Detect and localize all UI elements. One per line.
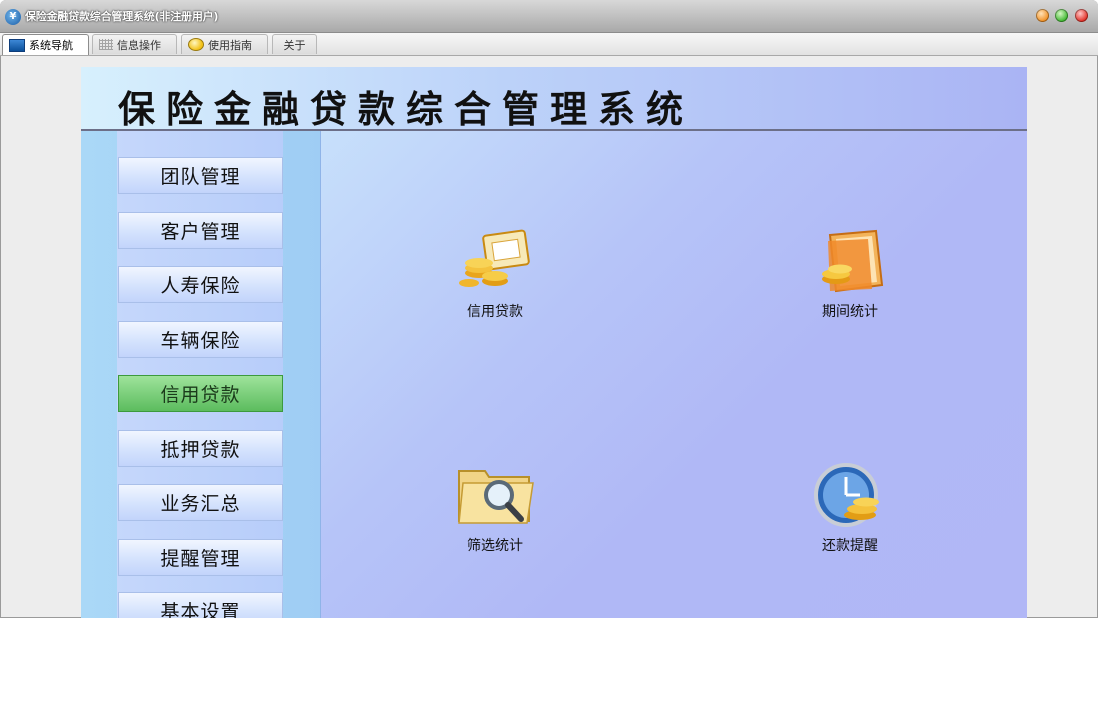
tab-user-guide[interactable]: 使用指南 [181, 34, 268, 54]
sidebar-item-life-insurance[interactable]: 人寿保险 [118, 266, 283, 303]
feature-filter-stats[interactable]: 筛选统计 [435, 461, 555, 555]
coins-folder-icon [810, 227, 890, 297]
maximize-button[interactable] [1055, 9, 1068, 22]
sidebar: 团队管理 客户管理 人寿保险 车辆保险 信用贷款 抵押贷款 业务汇总 提醒管理 … [81, 131, 321, 618]
close-button[interactable] [1075, 9, 1088, 22]
feature-area: 信用贷款 期间统计 筛选统计 还款提醒 [321, 131, 1027, 618]
tab-about[interactable]: 关于 [272, 34, 317, 54]
feature-label: 筛选统计 [467, 538, 523, 554]
sidebar-item-basic-settings[interactable]: 基本设置 [118, 592, 283, 618]
feature-label: 信用贷款 [467, 304, 523, 320]
sidebar-item-customers[interactable]: 客户管理 [118, 212, 283, 249]
monitor-icon [9, 38, 25, 52]
feature-label: 还款提醒 [822, 538, 878, 554]
sidebar-item-credit-loan[interactable]: 信用贷款 [118, 375, 283, 412]
main-panel: 保险金融贷款综合管理系统 团队管理 客户管理 人寿保险 车辆保险 信用贷款 抵押… [81, 67, 1027, 618]
app-logo-icon: ¥ [5, 9, 21, 25]
guide-icon [188, 38, 204, 51]
tab-info-ops[interactable]: 信息操作 [92, 34, 177, 54]
coins-card-icon [455, 227, 535, 297]
tab-label: 关于 [283, 38, 306, 52]
banner-title: 保险金融贷款综合管理系统 [118, 88, 694, 131]
window-title: 保险金融贷款综合管理系统(非注册用户) [25, 10, 219, 23]
sidebar-item-reminders[interactable]: 提醒管理 [118, 539, 283, 576]
title-bar: ¥ 保险金融贷款综合管理系统(非注册用户) [0, 0, 1098, 33]
sidebar-item-mortgage-loan[interactable]: 抵押贷款 [118, 430, 283, 467]
feature-period-stats[interactable]: 期间统计 [790, 227, 910, 321]
sidebar-item-team[interactable]: 团队管理 [118, 157, 283, 194]
feature-credit-loan[interactable]: 信用贷款 [435, 227, 555, 321]
banner: 保险金融贷款综合管理系统 [81, 67, 1027, 131]
feature-repayment-reminder[interactable]: 还款提醒 [790, 461, 910, 555]
tab-label: 信息操作 [117, 38, 161, 52]
feature-label: 期间统计 [822, 304, 878, 320]
tab-bar: 系统导航 信息操作 使用指南 关于 [0, 33, 1098, 56]
clock-coins-icon [810, 461, 890, 531]
sidebar-item-vehicle-insurance[interactable]: 车辆保险 [118, 321, 283, 358]
tab-system-nav[interactable]: 系统导航 [2, 34, 89, 55]
grid-icon [99, 39, 113, 50]
folder-search-icon [455, 461, 535, 531]
sidebar-item-business-summary[interactable]: 业务汇总 [118, 484, 283, 521]
tab-label: 使用指南 [208, 38, 252, 52]
tab-label: 系统导航 [29, 39, 73, 52]
minimize-button[interactable] [1036, 9, 1049, 22]
app-window: ¥ 保险金融贷款综合管理系统(非注册用户) 系统导航 信息操作 使用指南 关于 … [0, 0, 1098, 618]
